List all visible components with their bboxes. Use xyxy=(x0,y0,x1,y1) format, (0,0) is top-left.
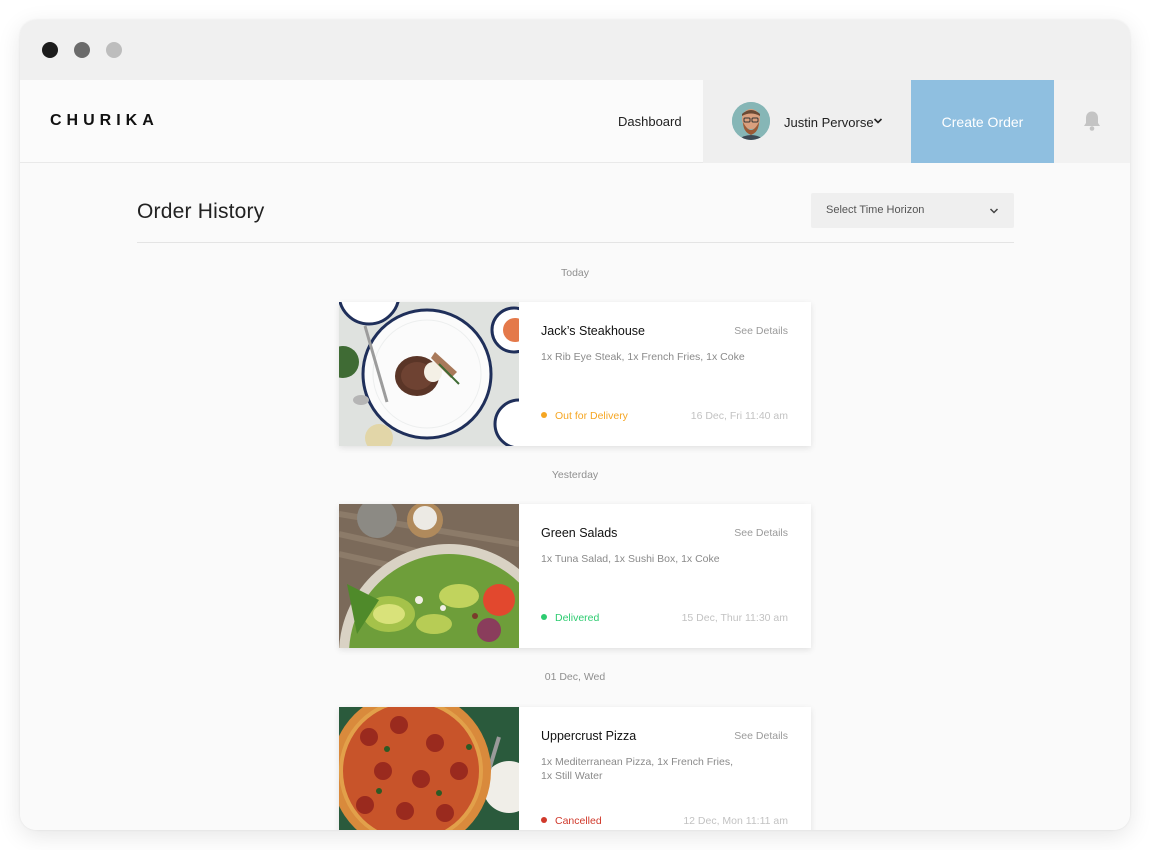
order-card[interactable]: Green Salads See Details 1x Tuna Salad, … xyxy=(339,504,811,648)
order-timestamp: 12 Dec, Mon 11:11 am xyxy=(683,815,788,827)
order-status-label: Delivered xyxy=(555,612,600,624)
order-status: Delivered xyxy=(541,612,599,624)
restaurant-name: Jack’s Steakhouse xyxy=(541,324,645,338)
order-items: 1x Mediterranean Pizza, 1x French Fries,… xyxy=(541,756,733,782)
order-card[interactable]: Jack’s Steakhouse See Details 1x Rib Eye… xyxy=(339,302,811,446)
chevron-down-icon xyxy=(873,118,883,124)
order-status-label: Cancelled xyxy=(555,815,602,827)
order-image-steak xyxy=(339,302,519,446)
browser-window: CHURIKA Dashboard Justin Pervorse Create… xyxy=(20,20,1130,830)
main-content: Order History Select Time Horizon Today xyxy=(20,163,1130,830)
maximize-window-button[interactable] xyxy=(106,42,122,58)
app-logo[interactable]: CHURIKA xyxy=(50,112,159,130)
notifications-button[interactable] xyxy=(1054,80,1130,163)
user-menu[interactable]: Justin Pervorse xyxy=(703,80,911,163)
chevron-down-icon xyxy=(989,208,999,214)
see-details-link[interactable]: See Details xyxy=(734,527,788,539)
header-divider xyxy=(137,242,1014,243)
order-card[interactable]: Uppercrust Pizza See Details 1x Mediterr… xyxy=(339,707,811,830)
order-status: Cancelled xyxy=(541,815,602,827)
order-items: 1x Tuna Salad, 1x Sushi Box, 1x Coke xyxy=(541,553,720,565)
time-horizon-value: Select Time Horizon xyxy=(826,204,925,216)
page-title: Order History xyxy=(137,200,265,223)
date-group-label: 01 Dec, Wed xyxy=(544,671,606,683)
time-horizon-select[interactable]: Select Time Horizon xyxy=(811,193,1014,228)
create-order-button[interactable]: Create Order xyxy=(911,80,1054,163)
nav-dashboard-link[interactable]: Dashboard xyxy=(618,114,682,129)
user-name: Justin Pervorse xyxy=(784,115,874,130)
date-group-label: Yesterday xyxy=(551,469,599,481)
minimize-window-button[interactable] xyxy=(74,42,90,58)
status-dot xyxy=(541,817,547,823)
window-titlebar xyxy=(20,20,1130,80)
avatar xyxy=(732,102,770,140)
restaurant-name: Uppercrust Pizza xyxy=(541,729,637,743)
order-status: Out for Delivery xyxy=(541,410,628,422)
status-dot xyxy=(541,614,547,620)
close-window-button[interactable] xyxy=(42,42,58,58)
order-status-label: Out for Delivery xyxy=(555,410,628,422)
order-items: 1x Rib Eye Steak, 1x French Fries, 1x Co… xyxy=(541,351,745,363)
order-timestamp: 15 Dec, Thur 11:30 am xyxy=(681,612,788,624)
see-details-link[interactable]: See Details xyxy=(734,325,788,337)
top-navigation: CHURIKA Dashboard Justin Pervorse Create… xyxy=(20,80,1130,163)
status-dot xyxy=(541,412,547,418)
restaurant-name: Green Salads xyxy=(541,526,618,540)
bell-icon xyxy=(1084,111,1100,131)
see-details-link[interactable]: See Details xyxy=(734,730,788,742)
order-timestamp: 16 Dec, Fri 11:40 am xyxy=(690,410,788,422)
order-image-salad xyxy=(339,504,519,648)
order-image-pizza xyxy=(339,707,519,830)
date-group-label: Today xyxy=(560,267,590,279)
